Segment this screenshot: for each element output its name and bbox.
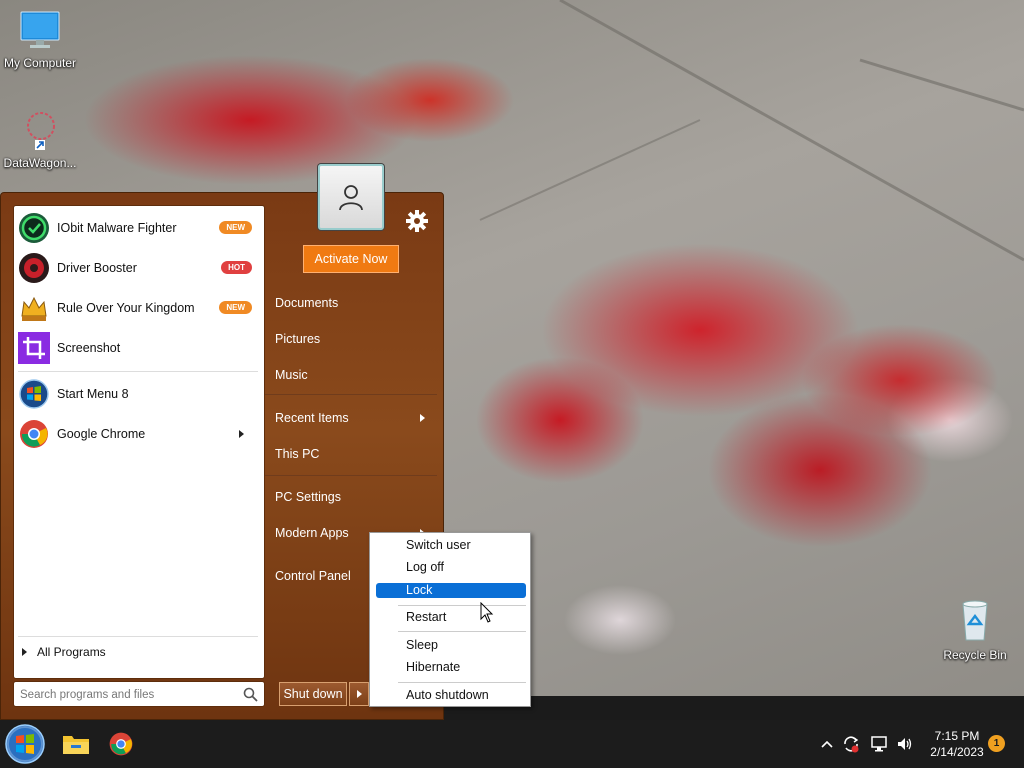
show-hidden-icons-button[interactable] xyxy=(818,730,836,758)
taskbar-file-explorer[interactable] xyxy=(60,728,92,760)
expand-arrow-icon xyxy=(22,648,27,656)
shutdown-options-button[interactable] xyxy=(349,682,369,706)
all-programs-label: All Programs xyxy=(37,645,106,659)
chrome-icon xyxy=(18,418,50,450)
program-iobit-malware-fighter[interactable]: IObit Malware Fighter NEW xyxy=(18,210,258,246)
chevron-right-icon xyxy=(356,690,362,698)
link-label: Documents xyxy=(275,296,339,310)
clock-time: 7:15 PM xyxy=(934,729,980,743)
search-input[interactable] xyxy=(20,686,230,704)
link-recent-items[interactable]: Recent Items xyxy=(265,404,437,432)
taskbar: 7:15 PM 2/14/2023 1 xyxy=(0,720,1024,768)
link-label: Music xyxy=(275,368,308,382)
desktop-icon-datawagon[interactable]: DataWagon... xyxy=(0,110,80,170)
shortcut-icon xyxy=(27,112,55,150)
program-list-divider xyxy=(18,371,258,372)
desktop-icon-my-computer[interactable]: My Computer xyxy=(0,10,80,70)
program-label: Google Chrome xyxy=(57,427,146,441)
speaker-icon xyxy=(898,738,912,750)
link-pc-settings[interactable]: PC Settings xyxy=(265,483,437,511)
link-label: Recent Items xyxy=(275,411,349,425)
program-label: Screenshot xyxy=(57,341,121,355)
windows-orb-icon xyxy=(18,378,50,410)
tray-sync-button[interactable] xyxy=(840,730,862,758)
link-this-pc[interactable]: This PC xyxy=(265,440,437,468)
notification-count-badge[interactable]: 1 xyxy=(988,735,1005,752)
right-pane-divider xyxy=(265,394,437,395)
start-button[interactable] xyxy=(4,723,46,765)
desktop-icon-label: My Computer xyxy=(3,56,77,70)
menu-item-auto-shutdown[interactable]: Auto shutdown xyxy=(376,688,526,703)
taskbar-chrome[interactable] xyxy=(105,728,137,760)
screenshot-crop-icon xyxy=(18,332,50,364)
user-silhouette-icon xyxy=(339,185,363,211)
link-label: Pictures xyxy=(275,332,321,346)
all-programs-divider xyxy=(18,636,258,637)
tray-network-button[interactable] xyxy=(868,730,890,758)
shutdown-button[interactable]: Shut down xyxy=(279,682,347,706)
menu-item-hibernate[interactable]: Hibernate xyxy=(376,660,526,675)
desktop-icon-label: DataWagon... xyxy=(3,156,77,170)
all-programs-button[interactable]: All Programs xyxy=(18,640,258,664)
program-label: Rule Over Your Kingdom xyxy=(57,301,195,315)
chrome-icon xyxy=(109,732,133,756)
menu-item-restart[interactable]: Restart xyxy=(376,610,526,625)
program-google-chrome[interactable]: Google Chrome xyxy=(18,416,258,452)
program-start-menu-8[interactable]: Start Menu 8 xyxy=(18,376,258,412)
shutdown-group: Shut down xyxy=(279,682,369,706)
user-avatar[interactable] xyxy=(318,164,384,230)
link-pictures[interactable]: Pictures xyxy=(265,325,437,353)
tray-volume-button[interactable] xyxy=(894,730,916,758)
program-label: Driver Booster xyxy=(57,261,137,275)
right-pane-divider xyxy=(265,475,437,476)
kingdom-game-icon xyxy=(18,292,50,324)
program-driver-booster[interactable]: Driver Booster HOT xyxy=(18,250,258,286)
search-box xyxy=(13,681,265,707)
menu-item-lock[interactable]: Lock xyxy=(376,583,526,598)
monitor-icon xyxy=(20,11,60,48)
menu-separator xyxy=(398,631,526,632)
link-label: Control Panel xyxy=(275,569,351,583)
submenu-arrow-icon xyxy=(239,430,244,438)
wallpaper-dark-band xyxy=(444,696,1024,720)
driver-booster-icon xyxy=(18,252,50,284)
menu-item-switch-user[interactable]: Switch user xyxy=(376,538,526,553)
hot-badge: HOT xyxy=(221,261,252,274)
power-options-menu: Switch user Log off Lock Restart Sleep H… xyxy=(369,532,531,707)
iobit-malware-fighter-icon xyxy=(18,212,50,244)
link-label: PC Settings xyxy=(275,490,342,504)
desktop-icon-label: Recycle Bin xyxy=(943,648,1007,662)
activate-now-button[interactable]: Activate Now xyxy=(303,245,399,273)
link-label: This PC xyxy=(275,447,320,461)
menu-separator xyxy=(398,682,526,683)
program-rule-over-your-kingdom[interactable]: Rule Over Your Kingdom NEW xyxy=(18,290,258,326)
link-label: Modern Apps xyxy=(275,526,349,540)
gear-icon[interactable] xyxy=(405,209,429,233)
file-explorer-icon xyxy=(63,736,89,754)
menu-item-sleep[interactable]: Sleep xyxy=(376,638,526,653)
link-music[interactable]: Music xyxy=(265,361,437,389)
program-label: Start Menu 8 xyxy=(57,387,129,401)
menu-separator xyxy=(398,605,526,606)
start-menu-program-list: IObit Malware Fighter NEW Driver Booster… xyxy=(13,205,265,679)
submenu-arrow-icon xyxy=(420,414,425,422)
link-documents[interactable]: Documents xyxy=(265,289,437,317)
taskbar-clock[interactable]: 7:15 PM 2/14/2023 xyxy=(920,728,994,760)
network-monitor-icon xyxy=(871,736,887,752)
new-badge: NEW xyxy=(219,301,252,314)
clock-date: 2/14/2023 xyxy=(930,745,984,759)
menu-item-log-off[interactable]: Log off xyxy=(376,560,526,575)
mouse-cursor-icon xyxy=(480,602,494,623)
recycle-bin-icon xyxy=(962,600,988,641)
desktop-icon-recycle-bin[interactable]: Recycle Bin xyxy=(935,598,1015,662)
chevron-up-icon xyxy=(821,740,833,748)
program-label: IObit Malware Fighter xyxy=(57,221,177,235)
search-icon[interactable] xyxy=(243,687,258,702)
new-badge: NEW xyxy=(219,221,252,234)
program-screenshot[interactable]: Screenshot xyxy=(18,330,258,366)
sync-icon xyxy=(844,736,859,753)
